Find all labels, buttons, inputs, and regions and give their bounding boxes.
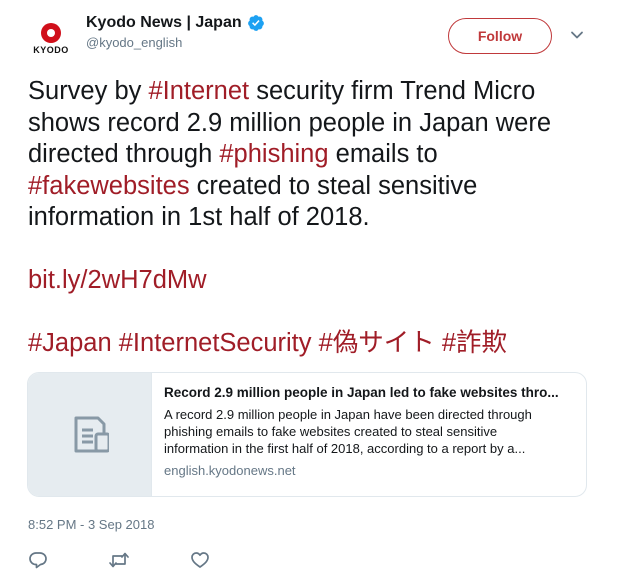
tweet-text-segment: information in 1st half of 2018. (28, 203, 370, 231)
tweet-text-line: information in 1st half of 2018. (28, 202, 598, 234)
tweet-text-line: directed through #phishing emails to (28, 139, 598, 171)
card-title[interactable]: Record 2.9 million people in Japan led t… (164, 385, 574, 400)
tweet-header: KYODO Kyodo News | Japan @kyodo_english … (0, 0, 618, 70)
hashtag-link[interactable]: #Internet (148, 77, 249, 105)
tweet-text-segment: shows record 2.9 million people in Japan… (28, 108, 552, 137)
hashtag-link[interactable]: #fakewebsites (28, 172, 190, 200)
user-handle[interactable]: @kyodo_english (86, 35, 265, 50)
follow-button[interactable]: Follow (448, 18, 552, 54)
card-description-line: phishing emails to fake websites created… (164, 424, 498, 439)
tweet-text-segment: Survey by (28, 77, 149, 105)
tweet-hashtags[interactable]: #Japan #InternetSecurity #偽サイト #詐欺 (28, 328, 598, 360)
hashtag-link[interactable]: #phishing (219, 140, 328, 168)
retweet-icon[interactable] (108, 550, 130, 572)
tweet-text-line: Survey by #Internet security firm Trend … (28, 76, 598, 108)
card-domain: english.kyodonews.net (164, 463, 296, 478)
tweet-timestamp[interactable]: 8:52 PM - 3 Sep 2018 (28, 517, 154, 532)
document-icon (74, 416, 109, 453)
reply-icon[interactable] (28, 550, 50, 572)
card-description-line: A record 2.9 million people in Japan hav… (164, 407, 532, 422)
tweet-text-segment: directed through (28, 140, 220, 168)
card-description-line: information in the first half of 2018, a… (164, 441, 526, 456)
card-thumbnail (28, 373, 152, 496)
tweet-text-line: shows record 2.9 million people in Japan… (28, 108, 598, 140)
verified-badge-icon (247, 14, 265, 32)
display-name[interactable]: Kyodo News | Japan (86, 14, 242, 32)
heart-icon[interactable] (190, 550, 212, 572)
tweet-text: Survey by #Internet security firm Trend … (28, 76, 598, 360)
card-description: A record 2.9 million people in Japan hav… (164, 406, 574, 457)
tweet-body: Survey by #Internet security firm Trend … (28, 76, 598, 234)
account-names: Kyodo News | Japan @kyodo_english (86, 14, 265, 50)
avatar[interactable]: KYODO (26, 17, 76, 61)
avatar-brand-text: KYODO (33, 45, 69, 55)
tweet-text-segment: emails to (328, 140, 438, 168)
card-body: Record 2.9 million people in Japan led t… (164, 385, 574, 478)
link-preview-card[interactable]: Record 2.9 million people in Japan led t… (27, 372, 587, 497)
chevron-down-icon[interactable] (570, 28, 584, 42)
tweet-link[interactable]: bit.ly/2wH7dMw (28, 265, 598, 297)
tweet-text-segment: created to steal sensitive (189, 171, 478, 200)
tweet-text-segment: security firm Trend Micro (249, 77, 536, 105)
tweet-text-line: #fakewebsites created to steal sensitive (28, 171, 598, 203)
kyodo-logo-mark (41, 23, 61, 43)
